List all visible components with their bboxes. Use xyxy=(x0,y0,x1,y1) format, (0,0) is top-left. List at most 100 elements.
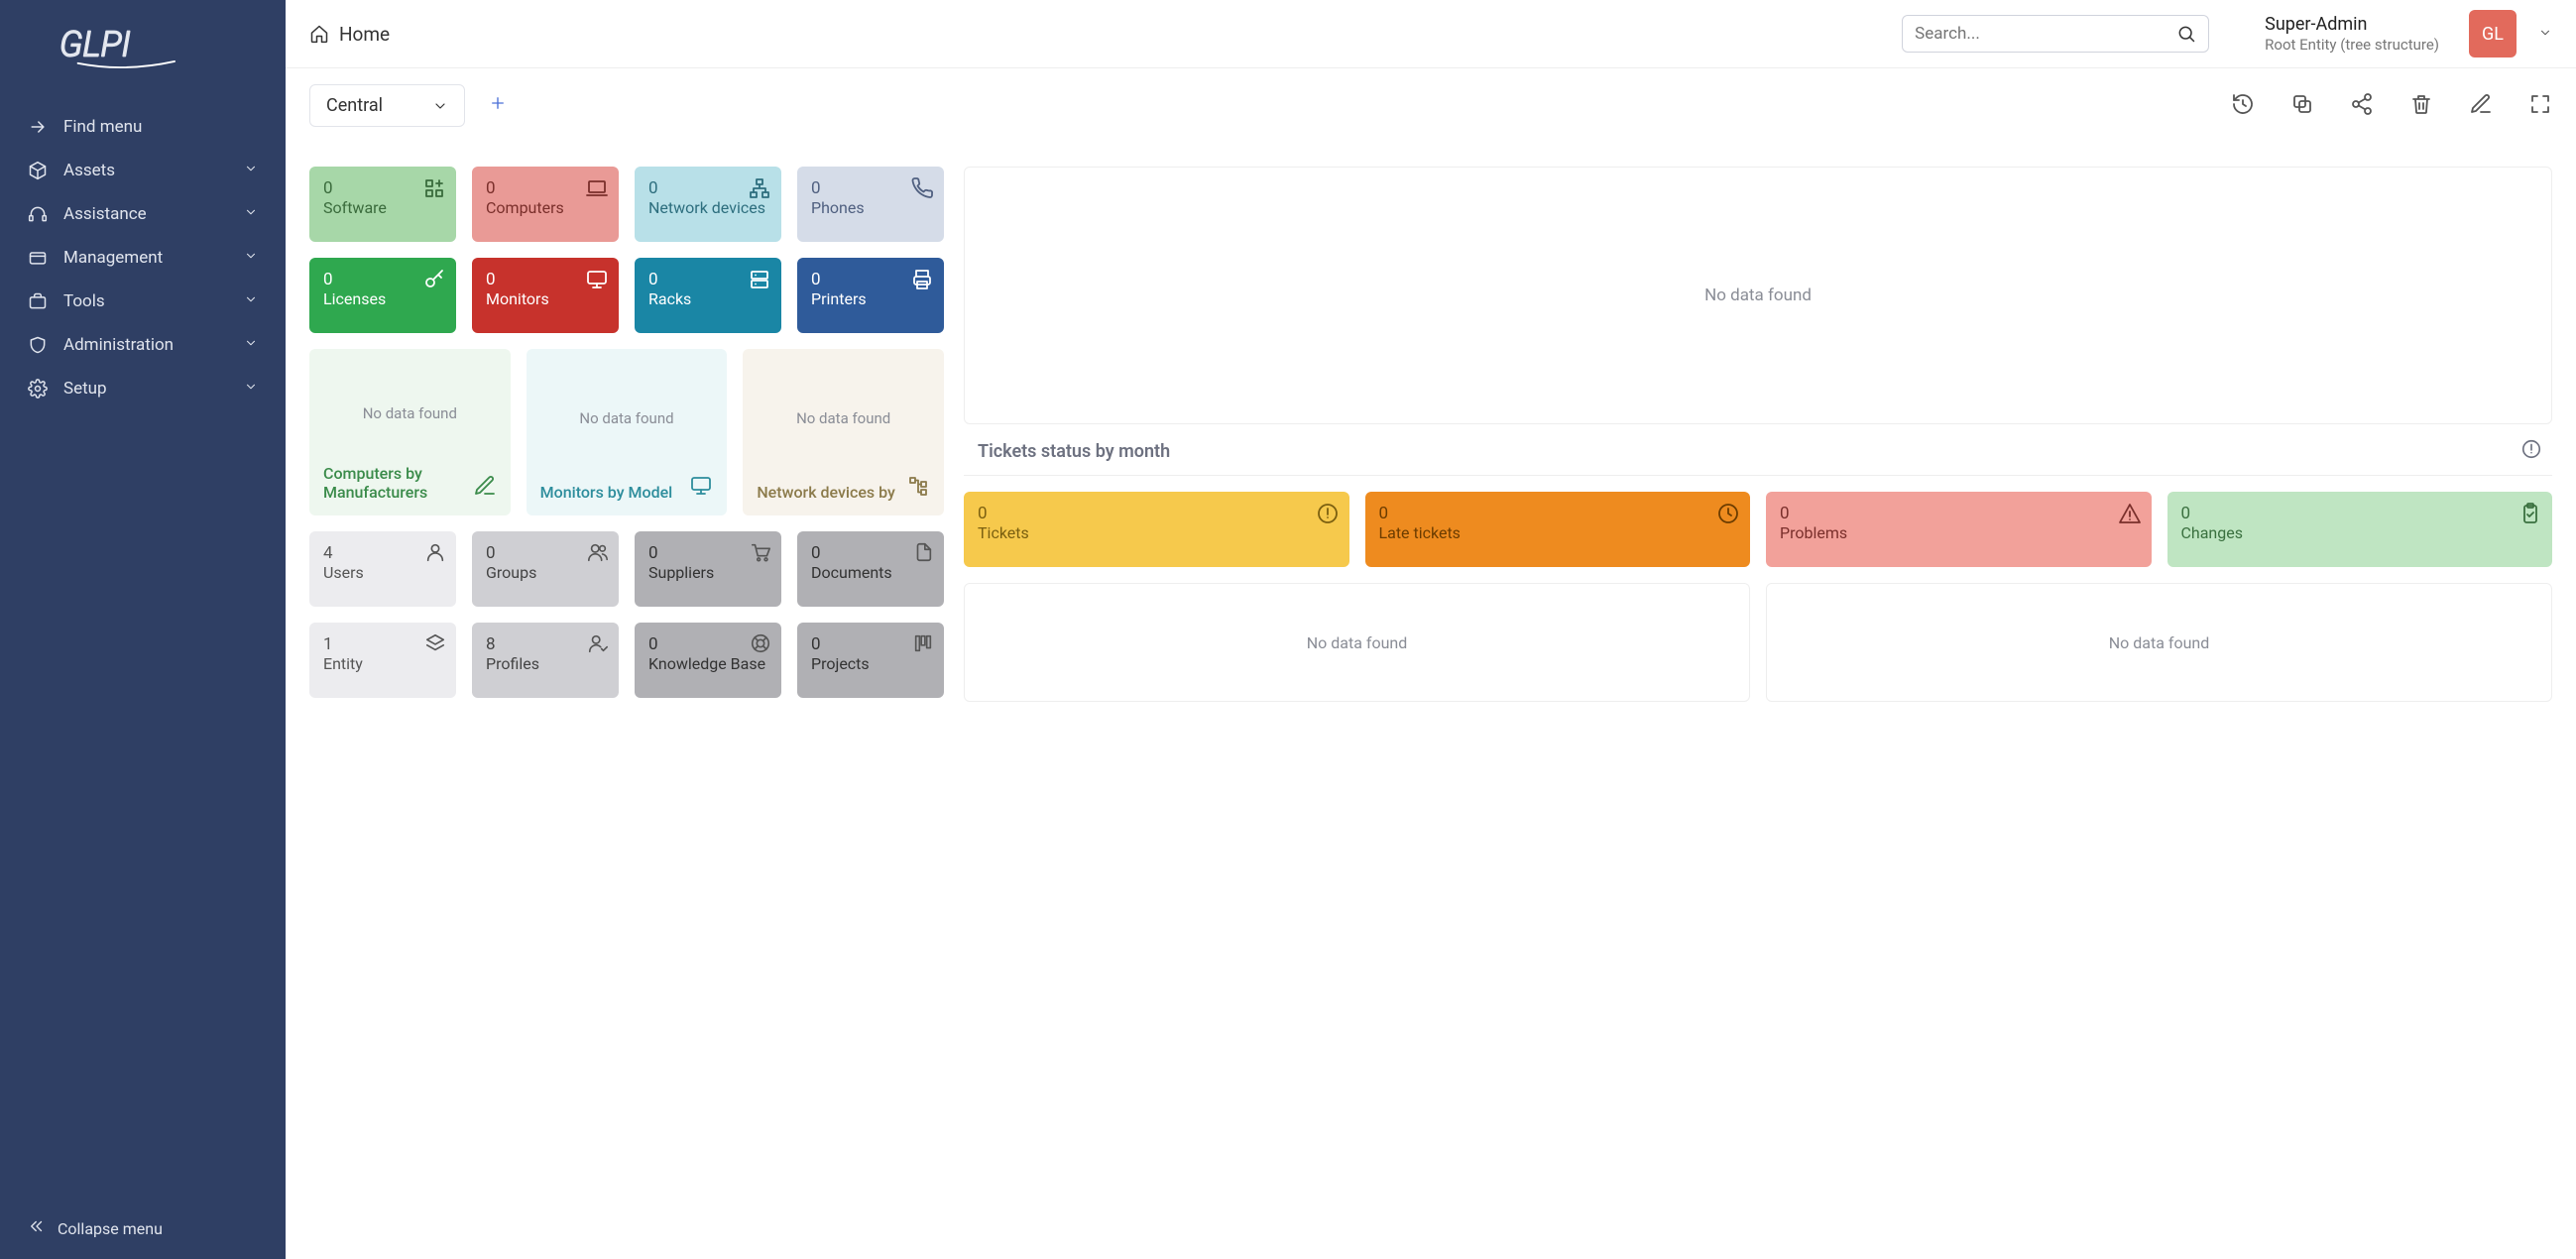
info-entity[interactable]: 1 Entity xyxy=(309,623,456,698)
search-box[interactable] xyxy=(1902,15,2209,53)
breadcrumb[interactable]: Home xyxy=(309,23,390,46)
nodata-panel: No data found xyxy=(964,583,1750,702)
avatar[interactable]: GL xyxy=(2469,10,2517,57)
sidebar-item-management[interactable]: Management xyxy=(0,236,286,280)
copy-button[interactable] xyxy=(2290,92,2314,120)
sidebar-item-label: Administration xyxy=(63,335,244,355)
headset-icon xyxy=(28,204,48,224)
tile-computers[interactable]: 0 Computers xyxy=(472,167,619,242)
status-label: Late tickets xyxy=(1379,523,1461,542)
status-late-tickets[interactable]: 0 Late tickets xyxy=(1365,492,1751,567)
topbar: Home Super-Admin Root Entity (tree struc… xyxy=(286,0,2576,68)
card-title: Network devices by xyxy=(757,483,898,502)
info-groups[interactable]: 0 Groups xyxy=(472,531,619,607)
lifebuoy-icon xyxy=(750,632,771,658)
wallet-icon xyxy=(28,248,48,268)
card-computers-by-manufacturers[interactable]: No data found Computers by Manufacturers xyxy=(309,349,511,515)
status-label: Problems xyxy=(1780,523,1847,542)
key-icon xyxy=(422,268,446,295)
app-logo[interactable]: GLPI xyxy=(0,0,286,105)
sidebar-item-administration[interactable]: Administration xyxy=(0,323,286,367)
tile-printers[interactable]: 0 Printers xyxy=(797,258,944,333)
sidebar-item-label: Tools xyxy=(63,291,244,311)
card-monitors-by-model[interactable]: No data found Monitors by Model xyxy=(527,349,728,515)
status-tickets[interactable]: 0 Tickets xyxy=(964,492,1349,567)
tile-licenses[interactable]: 0 Licenses xyxy=(309,258,456,333)
tickets-section-title: Tickets status by month xyxy=(964,424,2552,476)
nodata-msg: No data found xyxy=(757,363,930,474)
fullscreen-button[interactable] xyxy=(2528,92,2552,120)
gear-icon xyxy=(28,379,48,399)
collapse-menu[interactable]: Collapse menu xyxy=(0,1198,286,1259)
layers-icon xyxy=(424,632,446,658)
status-count: 0 xyxy=(978,504,1336,523)
tile-racks[interactable]: 0 Racks xyxy=(635,258,781,333)
tile-label: Printers xyxy=(811,289,867,308)
info-profiles[interactable]: 8 Profiles xyxy=(472,623,619,698)
tile-monitors[interactable]: 0 Monitors xyxy=(472,258,619,333)
kanban-icon xyxy=(912,632,934,658)
search-icon[interactable] xyxy=(2176,24,2196,44)
sidebar-item-label: Assets xyxy=(63,161,244,180)
tile-label: Licenses xyxy=(323,289,386,308)
delete-button[interactable] xyxy=(2409,92,2433,120)
tile-label: Phones xyxy=(811,198,865,217)
info-label: Documents xyxy=(811,563,892,582)
add-dashboard-button[interactable] xyxy=(481,89,515,122)
chevron-down-icon xyxy=(244,335,258,355)
status-problems[interactable]: 0 Problems xyxy=(1766,492,2152,567)
find-menu-label: Find menu xyxy=(63,117,258,137)
nodata-msg: No data found xyxy=(1307,633,1408,652)
user-check-icon xyxy=(587,632,609,658)
share-button[interactable] xyxy=(2350,92,2374,120)
users-icon xyxy=(587,541,609,567)
files-icon xyxy=(912,541,934,567)
find-menu[interactable]: Find menu xyxy=(0,105,286,149)
info-suppliers[interactable]: 0 Suppliers xyxy=(635,531,781,607)
chevron-down-icon xyxy=(244,161,258,180)
phone-icon xyxy=(910,176,934,204)
tree-icon xyxy=(906,474,930,502)
sidebar-item-assets[interactable]: Assets xyxy=(0,149,286,192)
dashboard-select[interactable]: Central xyxy=(309,84,465,127)
status-changes[interactable]: 0 Changes xyxy=(2167,492,2553,567)
chevron-down-icon xyxy=(432,98,448,114)
user-entity: Root Entity (tree structure) xyxy=(2265,36,2439,54)
user-block[interactable]: Super-Admin Root Entity (tree structure) xyxy=(2265,14,2439,54)
sidebar: GLPI Find menu Assets Assistance Managem… xyxy=(0,0,286,1259)
sidebar-item-tools[interactable]: Tools xyxy=(0,280,286,323)
section-title-label: Tickets status by month xyxy=(978,441,1170,462)
tile-label: Monitors xyxy=(486,289,549,308)
tile-label: Software xyxy=(323,198,387,217)
edit-icon xyxy=(473,474,497,502)
info-label: Suppliers xyxy=(648,563,714,582)
sidebar-item-label: Setup xyxy=(63,379,244,399)
alert-icon[interactable] xyxy=(2520,438,2542,465)
sidebar-item-label: Management xyxy=(63,248,244,268)
cart-icon xyxy=(750,541,771,567)
header-actions xyxy=(2231,92,2552,120)
info-knowledge-base[interactable]: 0 Knowledge Base xyxy=(635,623,781,698)
tile-software[interactable]: 0 Software xyxy=(309,167,456,242)
chevron-down-icon xyxy=(244,204,258,224)
history-button[interactable] xyxy=(2231,92,2255,120)
sidebar-item-setup[interactable]: Setup xyxy=(0,367,286,410)
user-name: Super-Admin xyxy=(2265,14,2439,36)
info-label: Users xyxy=(323,563,364,582)
tile-network-devices[interactable]: 0 Network devices xyxy=(635,167,781,242)
search-input[interactable] xyxy=(1915,24,2176,44)
monitor-icon xyxy=(689,474,713,502)
info-label: Groups xyxy=(486,563,536,582)
info-users[interactable]: 4 Users xyxy=(309,531,456,607)
chevron-down-icon[interactable] xyxy=(2538,25,2552,44)
sidebar-item-assistance[interactable]: Assistance xyxy=(0,192,286,236)
info-documents[interactable]: 0 Documents xyxy=(797,531,944,607)
arrow-right-icon xyxy=(28,117,48,137)
tile-phones[interactable]: 0 Phones xyxy=(797,167,944,242)
network-icon xyxy=(748,176,771,204)
info-projects[interactable]: 0 Projects xyxy=(797,623,944,698)
edit-button[interactable] xyxy=(2469,92,2493,120)
card-network-devices-by[interactable]: No data found Network devices by xyxy=(743,349,944,515)
nodata-msg: No data found xyxy=(323,363,497,464)
status-label: Tickets xyxy=(978,523,1029,542)
